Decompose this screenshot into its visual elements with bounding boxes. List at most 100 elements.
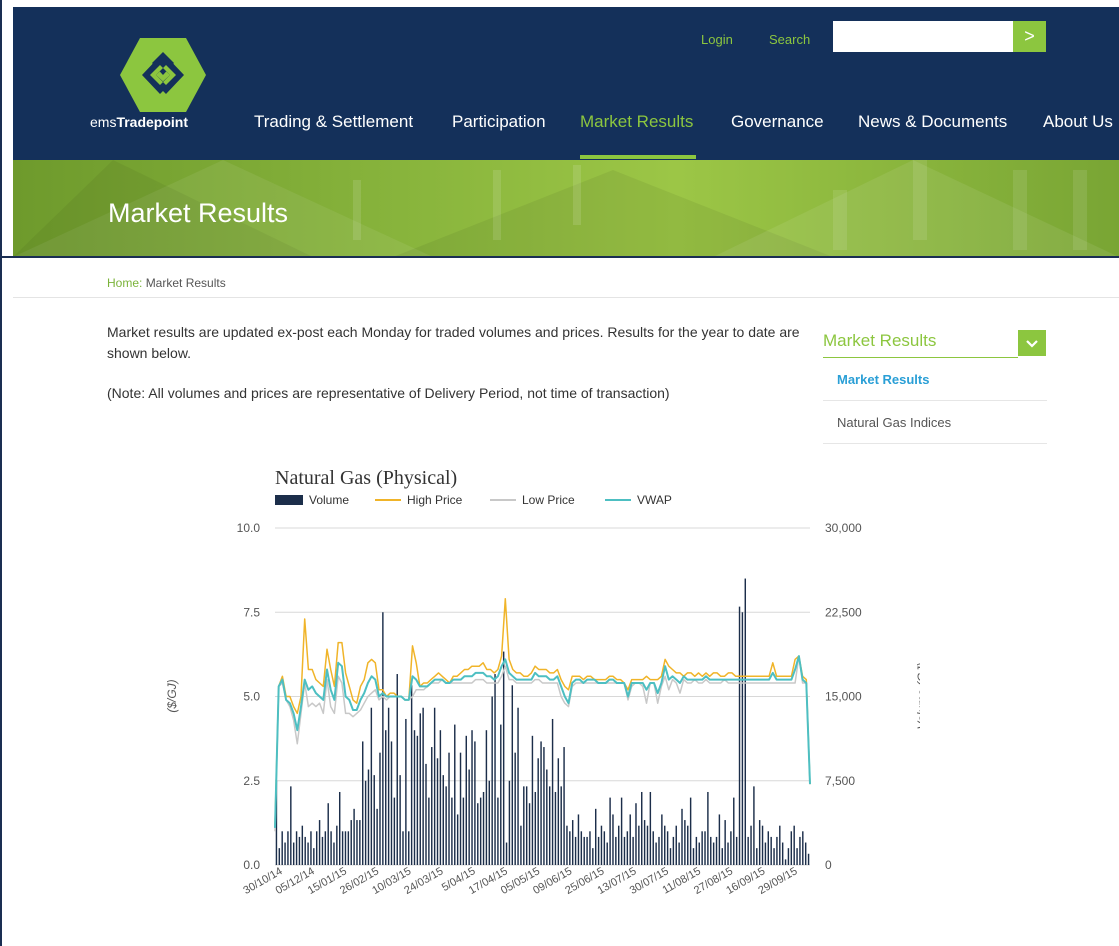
volume-bar xyxy=(431,747,433,865)
volume-bar xyxy=(675,825,677,865)
volume-bar xyxy=(577,814,580,865)
brand-bold: Tradepoint xyxy=(116,114,189,130)
volume-bar xyxy=(767,831,770,865)
nav-participation[interactable]: Participation xyxy=(452,112,546,132)
volume-bar xyxy=(606,842,608,865)
volume-bar xyxy=(583,836,585,865)
y-right-tick-label: 0 xyxy=(825,858,832,872)
volume-bar xyxy=(658,836,660,865)
nav-about-us[interactable]: About Us xyxy=(1043,112,1113,132)
volume-bar xyxy=(428,797,430,865)
low-price-line xyxy=(274,655,811,832)
y-right-tick-label: 7,500 xyxy=(825,774,855,788)
volume-bar xyxy=(385,730,387,865)
volume-bar xyxy=(448,752,450,865)
legend-label: Volume xyxy=(309,493,349,507)
volume-bar xyxy=(612,814,614,865)
volume-bar xyxy=(638,825,640,865)
volume-bar xyxy=(580,831,583,865)
volume-bar xyxy=(540,741,542,865)
volume-bar xyxy=(790,831,793,865)
volume-bar xyxy=(315,831,318,865)
volume-bar xyxy=(442,775,444,865)
breadcrumb: Home: Market Results xyxy=(107,276,226,290)
volume-bar xyxy=(405,718,407,865)
volume-bar xyxy=(336,825,338,865)
volume-bar xyxy=(781,842,784,865)
volume-bar xyxy=(776,836,778,865)
legend-label: VWAP xyxy=(637,493,672,507)
volume-bar xyxy=(666,831,669,865)
y-right-tick-label: 30,000 xyxy=(825,521,862,535)
volume-bar xyxy=(773,848,775,865)
intro-text: Market results are updated ex-post each … xyxy=(107,324,800,361)
volume-bar xyxy=(520,825,522,865)
volume-bar xyxy=(373,775,375,865)
volume-bar xyxy=(474,741,476,865)
volume-bar xyxy=(370,707,373,865)
brand-prefix: ems xyxy=(90,114,117,130)
volume-bar xyxy=(367,769,370,865)
volume-bar xyxy=(747,836,749,865)
volume-bar xyxy=(566,825,568,865)
high-price-line xyxy=(274,598,811,825)
volume-bar xyxy=(738,606,741,865)
ems-logo-icon[interactable] xyxy=(120,38,206,112)
volume-bar xyxy=(600,825,603,865)
volume-bar xyxy=(744,578,747,865)
volume-bar xyxy=(807,853,810,865)
nav-trading-settlement[interactable]: Trading & Settlement xyxy=(254,112,413,132)
nav-news-documents[interactable]: News & Documents xyxy=(858,112,1007,132)
volume-bar xyxy=(399,775,401,865)
volume-bar xyxy=(592,848,594,865)
volume-bar xyxy=(525,786,528,865)
y-left-tick-label: 5.0 xyxy=(243,690,260,704)
volume-bar xyxy=(307,842,309,865)
volume-bar xyxy=(422,707,424,865)
y-left-tick-label: 0.0 xyxy=(243,858,260,872)
volume-bar xyxy=(408,831,410,865)
volume-bar xyxy=(684,820,686,865)
volume-bar xyxy=(802,831,804,865)
volume-bar xyxy=(687,825,689,865)
volume-bar xyxy=(479,797,482,865)
sidebar-item-market-results[interactable]: Market Results xyxy=(823,359,1047,401)
y-left-tick-label: 7.5 xyxy=(243,605,260,619)
volume-bar xyxy=(511,685,514,865)
volume-bar xyxy=(534,791,537,865)
nav-market-results[interactable]: Market Results xyxy=(580,112,693,132)
volume-bar xyxy=(669,848,672,865)
volume-bar xyxy=(390,741,393,865)
volume-bar xyxy=(485,730,488,865)
sidebar-item-natural-gas-indices[interactable]: Natural Gas Indices xyxy=(823,402,1047,444)
volume-bar xyxy=(557,758,560,865)
volume-bar xyxy=(764,842,767,865)
volume-bar xyxy=(465,735,467,865)
volume-bar xyxy=(494,674,496,865)
volume-bar xyxy=(589,831,591,865)
breadcrumb-divider xyxy=(13,297,1119,298)
volume-bar xyxy=(548,786,551,865)
volume-bar xyxy=(672,836,675,865)
volume-bar xyxy=(477,803,479,865)
volume-bar xyxy=(787,848,790,865)
volume-bar xyxy=(416,735,419,865)
search-input[interactable] xyxy=(833,21,1013,52)
volume-bar xyxy=(678,842,680,865)
volume-bar xyxy=(629,814,631,865)
login-link[interactable]: Login xyxy=(701,32,733,47)
volume-bar xyxy=(468,769,470,865)
volume-bar xyxy=(419,713,421,865)
search-submit-button[interactable]: > xyxy=(1013,21,1046,52)
volume-bar xyxy=(609,797,611,865)
brand-name[interactable]: emsTradepoint xyxy=(90,114,188,130)
search-link[interactable]: Search xyxy=(769,32,810,47)
breadcrumb-home-link[interactable]: Home: xyxy=(107,276,142,290)
volume-bar xyxy=(626,831,629,865)
volume-bar xyxy=(387,707,390,865)
volume-bar xyxy=(643,820,646,865)
volume-bar xyxy=(284,842,286,865)
nav-governance[interactable]: Governance xyxy=(731,112,824,132)
sidebar-toggle-button[interactable] xyxy=(1018,330,1046,356)
volume-bar xyxy=(641,791,643,865)
